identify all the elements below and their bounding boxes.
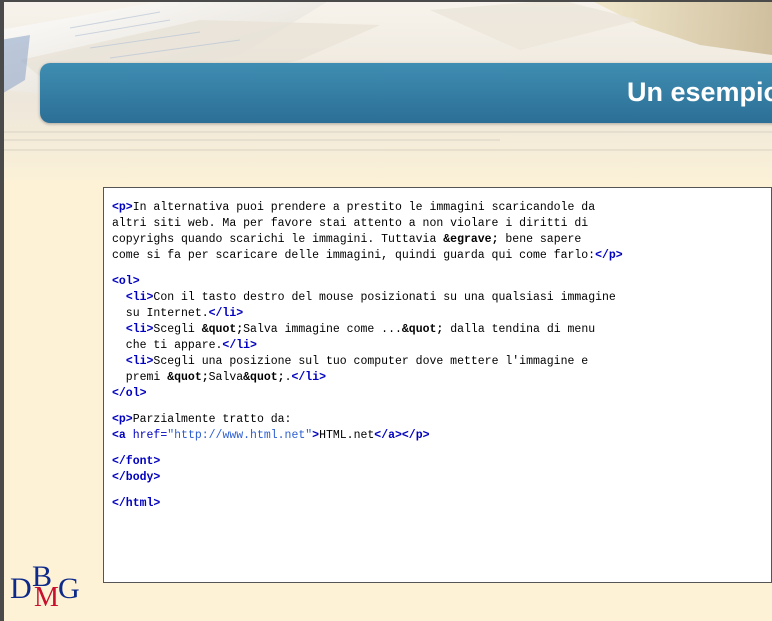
code-token-tag: <li> bbox=[125, 323, 154, 336]
code-token-ent: &egrave; bbox=[443, 233, 499, 246]
code-line: copyrighs quando scarichi le immagini. T… bbox=[112, 232, 623, 248]
code-token-tag: <ol> bbox=[112, 275, 140, 288]
code-line: <ol> bbox=[112, 274, 623, 290]
title-bar: Un esempio bbox=[40, 63, 772, 123]
logo-letter-d: D bbox=[10, 572, 32, 605]
code-line: </body> bbox=[112, 470, 623, 486]
code-token-tag: <a bbox=[112, 429, 133, 442]
code-token-tag: <li> bbox=[125, 355, 154, 368]
code-token-text: Scegli una posizione sul tuo computer do… bbox=[153, 355, 589, 368]
slide-title: Un esempio bbox=[626, 77, 772, 107]
code-token-text: bene sapere bbox=[498, 233, 582, 246]
dbmg-logo: D B M G bbox=[10, 560, 90, 616]
code-line: che ti appare.</li> bbox=[112, 338, 623, 354]
code-token-tag: </li> bbox=[222, 339, 257, 352]
code-token-tag: </li> bbox=[291, 371, 326, 384]
code-token-tag: <p> bbox=[112, 201, 133, 214]
code-token-str: "http://www.html.net" bbox=[167, 429, 313, 442]
code-line: premi &quot;Salva&quot;.</li> bbox=[112, 370, 623, 386]
code-token-tag: </li> bbox=[208, 307, 244, 320]
code-token-text: altri siti web. Ma per favore stai atten… bbox=[112, 217, 589, 230]
code-token-tag: <li> bbox=[125, 291, 154, 304]
code-line: </ol> bbox=[112, 386, 623, 402]
code-listing-panel: <p>In alternativa puoi prendere a presti… bbox=[103, 187, 772, 583]
code-line: come si fa per scaricare delle immagini,… bbox=[112, 248, 623, 264]
code-token-tag: </html> bbox=[112, 497, 161, 510]
code-token-text: Con il tasto destro del mouse posizionat… bbox=[153, 291, 616, 304]
code-token-text: su Internet. bbox=[112, 307, 209, 320]
code-token-tag: </font> bbox=[112, 455, 161, 468]
code-line: </font> bbox=[112, 454, 623, 470]
code-line: altri siti web. Ma per favore stai atten… bbox=[112, 216, 623, 232]
slide-frame-left bbox=[0, 0, 4, 621]
code-token-text: In alternativa puoi prendere a prestito … bbox=[132, 201, 596, 214]
code-token-attr: href= bbox=[132, 429, 168, 442]
code-token-tag: </ol> bbox=[112, 387, 147, 400]
code-token-ent: &quot; bbox=[201, 323, 244, 336]
code-line: <p>In alternativa puoi prendere a presti… bbox=[112, 200, 623, 216]
code-token-tag: </body> bbox=[112, 471, 161, 484]
code-token-text: dalla tendina di menu bbox=[443, 323, 596, 336]
code-token-text: premi bbox=[112, 371, 168, 384]
code-line: <a href="http://www.html.net">HTML.net</… bbox=[112, 428, 623, 444]
code-line: <li>Con il tasto destro del mouse posizi… bbox=[112, 290, 623, 306]
code-line: <li>Scegli &quot;Salva immagine come ...… bbox=[112, 322, 623, 338]
slide-frame-top bbox=[0, 0, 772, 2]
code-token-ent: &quot; bbox=[401, 323, 444, 336]
code-line: <p>Parzialmente tratto da: bbox=[112, 412, 623, 428]
logo-letter-g: G bbox=[58, 572, 80, 605]
code-token-ent: &quot; bbox=[167, 371, 209, 384]
code-token-ent: &quot; bbox=[243, 371, 285, 384]
code-token-text: che ti appare. bbox=[112, 339, 223, 352]
logo-letter-m: M bbox=[34, 582, 59, 613]
code-token-text: Salva immagine come ... bbox=[243, 323, 402, 336]
code-line: </html> bbox=[112, 496, 623, 512]
code-token-tag: </a></p> bbox=[374, 429, 430, 442]
code-token-text: Salva bbox=[208, 371, 244, 384]
code-token-text: copyrighs quando scarichi le immagini. T… bbox=[112, 233, 444, 246]
code-line: su Internet.</li> bbox=[112, 306, 623, 322]
code-token-text: HTML.net bbox=[319, 429, 375, 442]
code-token-text: Scegli bbox=[153, 323, 202, 336]
code-token-text: Parzialmente tratto da: bbox=[132, 413, 292, 426]
code-line: <li>Scegli una posizione sul tuo compute… bbox=[112, 354, 623, 370]
code-token-text: come si fa per scaricare delle immagini,… bbox=[112, 249, 596, 262]
code-token-tag: <p> bbox=[112, 413, 133, 426]
code-token-tag: </p> bbox=[595, 249, 623, 262]
code-listing: <p>In alternativa puoi prendere a presti… bbox=[112, 200, 623, 512]
